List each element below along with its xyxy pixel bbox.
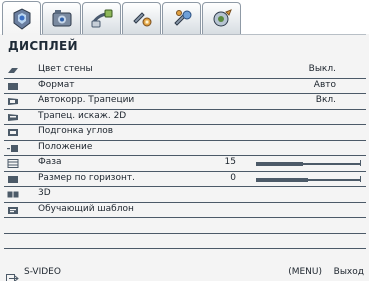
keystone-2d-icon [7,113,19,122]
menu-item-label: 3D [38,188,51,198]
tab-source[interactable] [82,2,121,34]
phase-slider[interactable] [256,160,361,166]
auto-keystone-icon [7,97,19,106]
menu-item-keystone-2d[interactable]: Трапец. искаж. 2D [4,110,366,125]
menu-item-value: Авто [313,79,336,90]
h-size-slider[interactable] [256,175,361,182]
menu-item-value: Выкл. [308,64,336,74]
menu-item-auto-keystone[interactable]: Автокорр. Трапеции Вкл. [4,94,366,110]
h-size-slider-end [360,175,361,182]
h-size-value: 0 [230,172,236,183]
menu-item-label: Размер по горизонт. [38,172,135,183]
setup-advanced-icon [173,9,191,26]
menu-item-label: Обучающий шаблон [38,203,134,214]
h-size-icon [7,175,19,184]
menu-item-teaching-template[interactable]: Обучающий шаблон [4,203,366,218]
setup-basic-icon [132,11,151,26]
picture-icon [52,9,71,26]
menu-key-hint: (MENU) [288,267,322,277]
3d-icon [7,190,19,199]
input-source-icon [6,268,20,281]
status-bar: S-VIDEO (MENU) Выход [4,266,366,281]
menu-item-label: Подгонка углов [38,126,114,136]
display-icon [13,7,30,30]
information-icon [213,8,232,26]
teaching-template-icon [7,206,19,215]
page-title: ДИСПЛЕЙ [8,39,78,53]
menu-item-label: Трапец. искаж. 2D [38,110,127,121]
tab-system-setup-advanced[interactable] [162,2,201,34]
menu-item-3d[interactable]: 3D [4,187,366,203]
wall-color-icon [7,66,19,75]
menu-empty-row [4,218,366,234]
menu-item-phase[interactable]: Фаза 15 [4,156,366,172]
tab-picture[interactable] [42,2,81,34]
display-menu-panel: ДИСПЛЕЙ Цвет стены Выкл. Формат Авто Авт… [4,34,366,277]
menu-item-label: Формат [38,79,75,90]
menu-item-label: Цвет стены [38,64,93,74]
position-icon [7,144,19,153]
menu-item-h-size[interactable]: Размер по горизонт. 0 [4,172,366,187]
menu-item-value: Вкл. [315,95,336,105]
phase-icon [7,159,19,168]
corner-fit-icon [7,128,19,137]
exit-label: Выход [333,267,364,277]
tab-strip [0,0,369,35]
menu-item-label: Автокорр. Трапеции [38,95,135,105]
menu-list: Цвет стены Выкл. Формат Авто Автокорр. Т… [4,63,366,249]
menu-item-corner-fit[interactable]: Подгонка углов [4,125,366,141]
menu-item-position[interactable]: Положение [4,141,366,156]
source-icon [91,9,112,27]
menu-item-label: Положение [38,141,93,152]
tab-system-setup-basic[interactable] [122,2,161,34]
h-size-slider-fill [256,177,308,182]
menu-empty-row [4,234,366,249]
phase-slider-end [360,160,361,166]
tab-information[interactable] [202,2,241,34]
menu-item-label: Фаза [38,157,62,167]
aspect-ratio-icon [7,82,19,91]
menu-item-wall-color[interactable]: Цвет стены Выкл. [4,63,366,79]
phase-value: 15 [224,157,236,167]
phase-slider-fill [256,162,303,166]
menu-item-aspect-ratio[interactable]: Формат Авто [4,79,366,94]
tab-display[interactable] [2,1,41,35]
input-source-label: S-VIDEO [24,267,61,277]
